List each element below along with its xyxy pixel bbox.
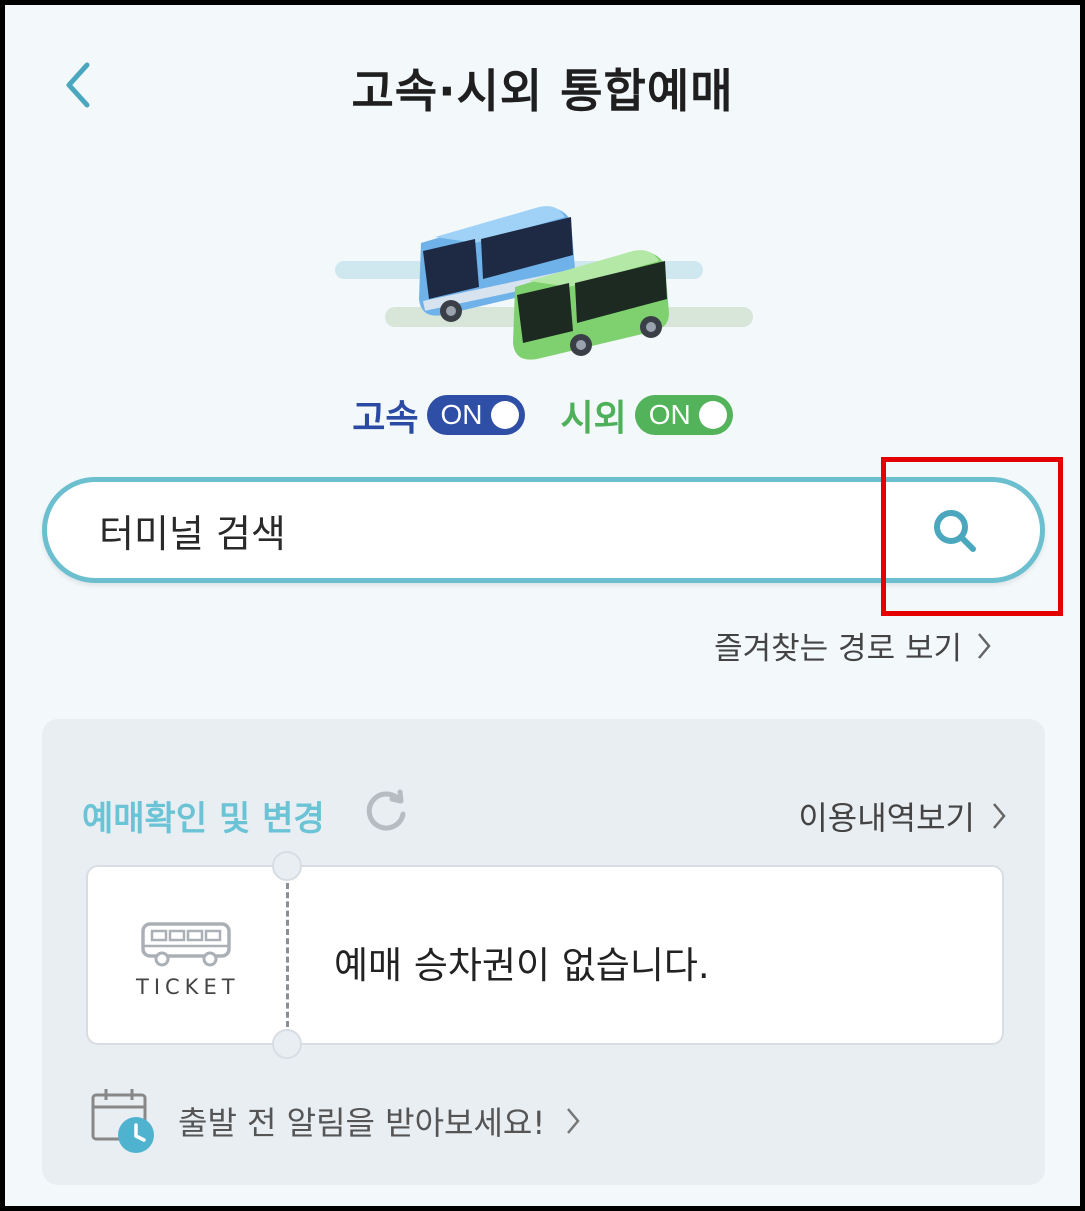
departure-alert-label: 출발 전 알림을 받아보세요! bbox=[178, 1104, 546, 1142]
page-title: 고속·시외 통합예매 bbox=[351, 64, 734, 118]
ticket-card: TICKET 예매 승차권이 없습니다. bbox=[86, 851, 1004, 1059]
chevron-right-icon bbox=[567, 1108, 580, 1134]
express-switch-state: ON bbox=[440, 399, 483, 430]
switch-knob bbox=[698, 401, 727, 429]
search-icon bbox=[934, 510, 976, 552]
favorite-routes-label: 즐겨찾는 경로 보기 bbox=[714, 631, 962, 667]
bus-type-toggles: 고속 ON 시외 ON bbox=[5, 389, 1080, 441]
app-screen: 고속·시외 통합예매 고속 ON 시외 ON 터미널 검색 즐겨찾는 경로 보기… bbox=[0, 0, 1085, 1211]
express-switch[interactable]: ON bbox=[426, 395, 525, 435]
switch-knob bbox=[490, 401, 519, 429]
usage-history-link[interactable]: 이용내역보기 bbox=[798, 793, 1007, 839]
intercity-switch-state: ON bbox=[648, 399, 691, 430]
terminal-search-input[interactable]: 터미널 검색 bbox=[42, 477, 1045, 583]
ticket-notch bbox=[272, 851, 302, 881]
departure-alert-link[interactable]: 출발 전 알림을 받아보세요! bbox=[90, 1087, 581, 1155]
reservation-panel: 예매확인 및 변경 이용내역보기 TICKET 예매 승차권이 없습니다. 출발… bbox=[42, 719, 1045, 1185]
chevron-right-icon bbox=[978, 632, 991, 659]
usage-history-label: 이용내역보기 bbox=[798, 799, 975, 837]
intercity-switch[interactable]: ON bbox=[634, 395, 733, 435]
express-toggle[interactable]: 고속 ON bbox=[352, 389, 525, 441]
calendar-clock-icon bbox=[91, 1089, 154, 1153]
express-label: 고속 bbox=[352, 398, 419, 439]
chevron-right-icon bbox=[993, 803, 1006, 829]
favorite-routes-link[interactable]: 즐겨찾는 경로 보기 bbox=[714, 623, 992, 668]
ticket-notch bbox=[272, 1029, 302, 1059]
search-button[interactable] bbox=[930, 506, 980, 556]
intercity-toggle[interactable]: 시외 ON bbox=[561, 389, 733, 441]
search-placeholder: 터미널 검색 bbox=[99, 511, 286, 556]
refresh-icon[interactable] bbox=[362, 787, 410, 835]
reservation-title: 예매확인 및 변경 bbox=[82, 799, 325, 839]
empty-ticket-message: 예매 승차권이 없습니다. bbox=[334, 944, 710, 987]
bus-illustration bbox=[335, 206, 753, 360]
ticket-perforation bbox=[286, 883, 289, 1027]
intercity-label: 시외 bbox=[560, 398, 627, 439]
bus-ticket-icon bbox=[141, 922, 231, 967]
ticket-label: TICKET bbox=[136, 975, 240, 999]
